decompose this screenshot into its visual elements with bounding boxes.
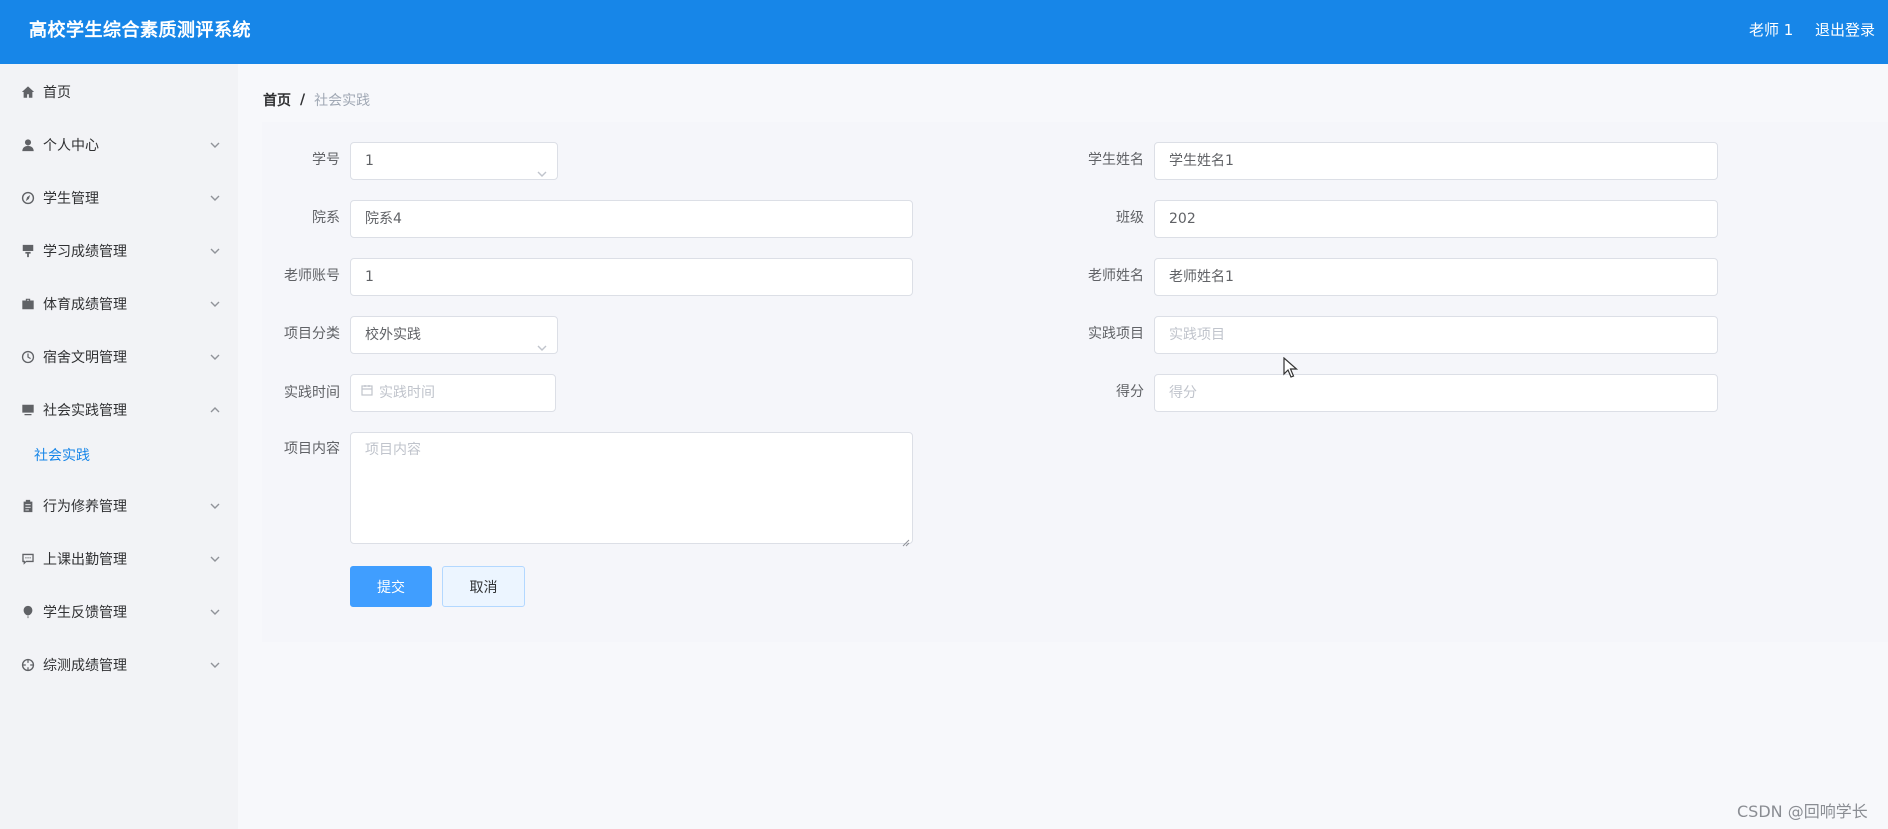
user-icon [20, 138, 35, 153]
sidebar-item-label: 学生反馈管理 [43, 605, 127, 621]
sidebar-item-label: 宿舍文明管理 [43, 350, 127, 366]
content-label: 项目内容 [284, 441, 340, 457]
sidebar-item-label: 行为修养管理 [43, 499, 127, 515]
cancel-button[interactable]: 取消 [442, 566, 525, 607]
student-name-label: 学生姓名 [1088, 152, 1144, 168]
sidebar-item-feedback[interactable]: 学生反馈管理 [0, 588, 238, 636]
sidebar-item-dorm-civility[interactable]: 宿舍文明管理 [0, 333, 238, 381]
top-header: 高校学生综合素质测评系统 老师 1 退出登录 [0, 0, 1888, 64]
class-label: 班级 [1116, 210, 1144, 226]
teacher-account-label: 老师账号 [284, 268, 340, 284]
sidebar-item-behavior[interactable]: 行为修养管理 [0, 482, 238, 530]
practice-project-input[interactable]: 实践项目 [1154, 316, 1718, 354]
home-icon [20, 85, 35, 100]
practice-project-label: 实践项目 [1088, 326, 1144, 342]
monitor-icon [20, 403, 35, 418]
chevron-down-icon [537, 157, 547, 177]
chevron-down-icon [210, 605, 220, 615]
sidebar-item-label: 上课出勤管理 [43, 552, 127, 568]
sidebar-item-label: 个人中心 [43, 138, 99, 154]
sidebar-subitem-social-practice[interactable]: 社会实践 [0, 435, 238, 475]
teacher-account-input[interactable]: 1 [350, 258, 913, 296]
chevron-down-icon [210, 499, 220, 509]
sidebar-item-attendance[interactable]: 上课出勤管理 [0, 535, 238, 583]
submit-button[interactable]: 提交 [350, 566, 432, 607]
resize-handle-icon[interactable] [902, 533, 910, 547]
compass-icon [20, 191, 35, 206]
content-placeholder: 项目内容 [365, 442, 421, 458]
clock-icon [20, 350, 35, 365]
student-id-value: 1 [365, 153, 374, 169]
practice-time-picker[interactable]: 实践时间 [350, 374, 556, 412]
chevron-down-icon [210, 244, 220, 254]
breadcrumb-separator: / [300, 92, 306, 108]
current-user: 老师 1 [1749, 21, 1794, 39]
category-label: 项目分类 [284, 326, 340, 342]
chevron-down-icon [210, 658, 220, 668]
chevron-down-icon [210, 552, 220, 562]
sidebar: 首页 个人中心 学生管理 学习成绩管理 体育成绩管理 宿舍文明管理 社会实践管理… [0, 64, 238, 829]
chat-icon [20, 552, 35, 567]
breadcrumb-current: 社会实践 [314, 93, 371, 109]
brush-icon [20, 244, 35, 259]
chevron-down-icon [210, 191, 220, 201]
student-id-label: 学号 [312, 152, 340, 168]
app-title: 高校学生综合素质测评系统 [29, 20, 251, 41]
score-input[interactable]: 得分 [1154, 374, 1718, 412]
sidebar-item-label: 学习成绩管理 [43, 244, 127, 260]
breadcrumb: 首页 / 社会实践 [263, 90, 370, 110]
mouse-pointer-icon [1283, 356, 1299, 379]
chevron-down-icon [537, 331, 547, 351]
class-input[interactable]: 202 [1154, 200, 1718, 238]
sidebar-item-social-practice-management[interactable]: 社会实践管理 [0, 386, 238, 434]
sidebar-item-label: 首页 [43, 85, 71, 101]
sidebar-item-overall-scores[interactable]: 综测成绩管理 [0, 641, 238, 689]
student-id-select[interactable]: 1 [350, 142, 558, 180]
teacher-name-label: 老师姓名 [1088, 268, 1144, 284]
breadcrumb-home[interactable]: 首页 [263, 90, 291, 110]
crosshair-icon [20, 658, 35, 673]
practice-time-label: 实践时间 [284, 385, 340, 401]
chevron-down-icon [210, 297, 220, 307]
balloon-icon [20, 605, 35, 620]
sidebar-item-home[interactable]: 首页 [0, 68, 238, 116]
chevron-up-icon [210, 403, 220, 413]
department-label: 院系 [312, 210, 340, 226]
sidebar-item-sports-scores[interactable]: 体育成绩管理 [0, 280, 238, 328]
student-name-input[interactable]: 学生姓名1 [1154, 142, 1718, 180]
calendar-icon [361, 374, 373, 410]
category-select[interactable]: 校外实践 [350, 316, 558, 354]
sidebar-item-academic-scores[interactable]: 学习成绩管理 [0, 227, 238, 275]
score-label: 得分 [1116, 384, 1144, 400]
sidebar-item-personal-center[interactable]: 个人中心 [0, 121, 238, 169]
clipboard-icon [20, 499, 35, 514]
sidebar-item-label: 综测成绩管理 [43, 658, 127, 674]
teacher-name-input[interactable]: 老师姓名1 [1154, 258, 1718, 296]
practice-time-placeholder: 实践时间 [379, 385, 435, 401]
sidebar-item-label: 学生管理 [43, 191, 99, 207]
logout-link[interactable]: 退出登录 [1815, 19, 1875, 40]
department-input[interactable]: 院系4 [350, 200, 913, 238]
watermark: CSDN @回响学长 [1737, 802, 1868, 821]
sidebar-item-student-management[interactable]: 学生管理 [0, 174, 238, 222]
sidebar-item-label: 社会实践管理 [43, 403, 127, 419]
content-textarea[interactable]: 项目内容 [350, 432, 913, 547]
sidebar-item-label: 体育成绩管理 [43, 297, 127, 313]
briefcase-icon [20, 297, 35, 312]
category-value: 校外实践 [365, 327, 421, 343]
chevron-down-icon [210, 138, 220, 148]
chevron-down-icon [210, 350, 220, 360]
